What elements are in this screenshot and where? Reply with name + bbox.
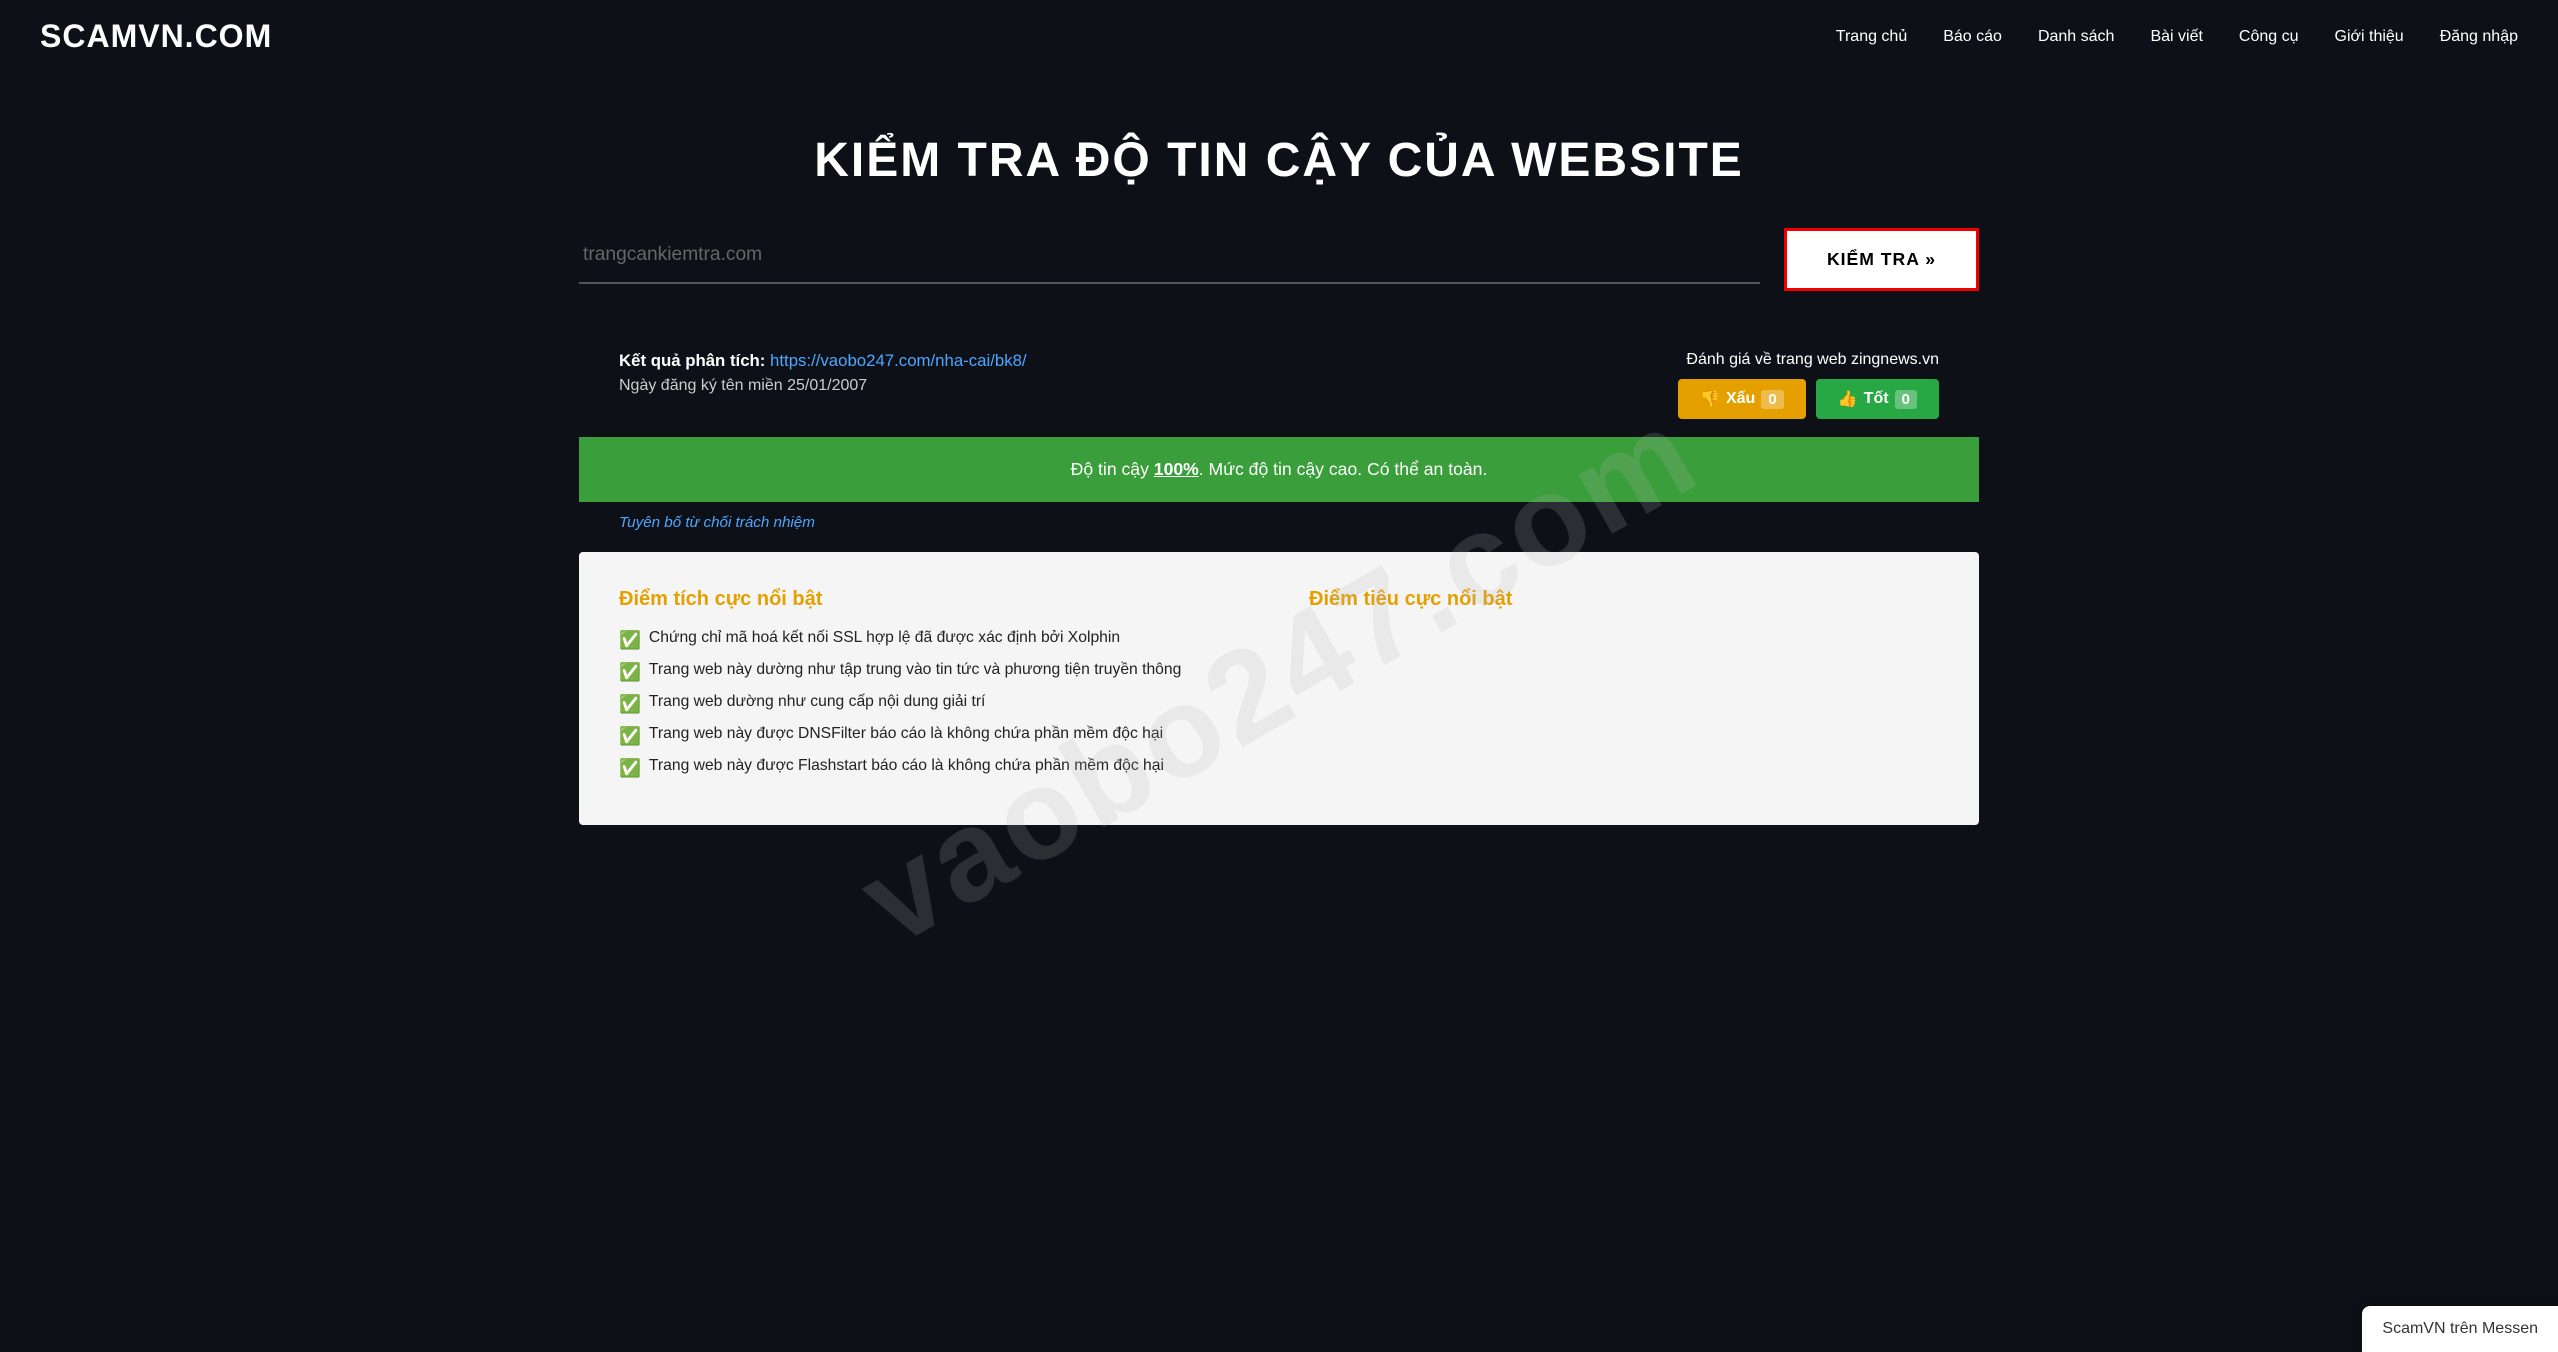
check-icon-3: ✅ (619, 694, 641, 715)
list-item: ✅ Trang web này được DNSFilter báo cáo l… (619, 725, 1249, 747)
nav-baiviet[interactable]: Bài viết (2150, 28, 2202, 46)
rating-label: Đánh giá về trang web zingnews.vn (1686, 351, 1939, 369)
check-icon-4: ✅ (619, 726, 641, 747)
site-logo[interactable]: SCAMVN.COM (40, 18, 272, 55)
bad-button[interactable]: 👎 Xấu 0 (1678, 379, 1806, 419)
nav-congcu[interactable]: Công cụ (2239, 28, 2299, 46)
check-icon-5: ✅ (619, 758, 641, 779)
check-icon-1: ✅ (619, 630, 641, 651)
header: SCAMVN.COM Trang chủ Báo cáo Danh sách B… (0, 0, 2558, 73)
good-count: 0 (1895, 390, 1917, 409)
disclaimer-section: Tuyên bố từ chối trách nhiệm (579, 514, 1979, 532)
results-right: Đánh giá về trang web zingnews.vn 👎 Xấu … (1678, 351, 1939, 419)
negative-col: Điểm tiêu cực nổi bật (1309, 588, 1939, 789)
bad-count: 0 (1761, 390, 1783, 409)
positive-item-2: Trang web này dường như tập trung vào ti… (649, 661, 1181, 679)
trust-bar: Độ tin cậy 100%. Mức độ tin cậy cao. Có … (579, 437, 1979, 502)
positive-col: Điểm tích cực nổi bật ✅ Chứng chỉ mã hoá… (619, 588, 1249, 789)
trust-percent: 100% (1154, 459, 1199, 479)
registration-date: Ngày đăng ký tên miền 25/01/2007 (619, 377, 1027, 395)
trust-text-before: Độ tin cậy (1071, 459, 1154, 479)
results-section: Kết quả phân tích: https://vaobo247.com/… (579, 351, 1979, 419)
results-row: Kết quả phân tích: https://vaobo247.com/… (619, 351, 1939, 419)
bad-label: Xấu (1726, 390, 1755, 408)
good-button[interactable]: 👍 Tốt 0 (1816, 379, 1939, 419)
good-label: Tốt (1864, 390, 1889, 408)
list-item: ✅ Chứng chỉ mã hoá kết nối SSL hợp lệ đã… (619, 629, 1249, 651)
nav-gioithieu[interactable]: Giới thiệu (2335, 28, 2404, 46)
search-input-wrapper (579, 236, 1760, 284)
positive-title: Điểm tích cực nổi bật (619, 588, 1249, 611)
hero-section: KIỂM TRA ĐỘ TIN CẬY CỦA WEBSITE KIỂM TRA… (0, 73, 2558, 321)
search-input[interactable] (579, 236, 1760, 274)
main-nav: Trang chủ Báo cáo Danh sách Bài viết Côn… (1836, 28, 2518, 46)
positive-item-1: Chứng chỉ mã hoá kết nối SSL hợp lệ đã đ… (649, 629, 1120, 647)
negative-title: Điểm tiêu cực nổi bật (1309, 588, 1939, 611)
search-bar: KIỂM TRA » (579, 228, 1979, 291)
positive-list: ✅ Chứng chỉ mã hoá kết nối SSL hợp lệ đã… (619, 629, 1249, 779)
analysis-section: Điểm tích cực nổi bật ✅ Chứng chỉ mã hoá… (579, 552, 1979, 825)
disclaimer-link[interactable]: Tuyên bố từ chối trách nhiệm (619, 514, 815, 531)
nav-trangchu[interactable]: Trang chủ (1836, 28, 1907, 46)
page-title: KIỂM TRA ĐỘ TIN CẬY CỦA WEBSITE (40, 133, 2518, 188)
positive-item-3: Trang web dường như cung cấp nội dung gi… (649, 693, 986, 711)
list-item: ✅ Trang web này dường như tập trung vào … (619, 661, 1249, 683)
positive-item-4: Trang web này được DNSFilter báo cáo là … (649, 725, 1163, 743)
bad-icon: 👎 (1700, 389, 1720, 409)
analysis-url[interactable]: https://vaobo247.com/nha-cai/bk8/ (770, 351, 1027, 370)
nav-baocao[interactable]: Báo cáo (1943, 28, 2002, 46)
list-item: ✅ Trang web này được Flashstart báo cáo … (619, 757, 1249, 779)
good-icon: 👍 (1838, 389, 1858, 409)
results-left: Kết quả phân tích: https://vaobo247.com/… (619, 351, 1027, 401)
analysis-label: Kết quả phân tích: (619, 351, 765, 370)
nav-danhsach[interactable]: Danh sách (2038, 28, 2115, 46)
trust-text-after: . Mức độ tin cậy cao. Có thể an toàn. (1199, 459, 1488, 479)
list-item: ✅ Trang web dường như cung cấp nội dung … (619, 693, 1249, 715)
positive-item-5: Trang web này được Flashstart báo cáo là… (649, 757, 1164, 775)
nav-dangnhap[interactable]: Đăng nhập (2440, 28, 2518, 46)
search-button[interactable]: KIỂM TRA » (1784, 228, 1979, 291)
check-icon-2: ✅ (619, 662, 641, 683)
rating-buttons: 👎 Xấu 0 👍 Tốt 0 (1678, 379, 1939, 419)
messenger-widget[interactable]: ScamVN trên Messen (2362, 1306, 2558, 1352)
